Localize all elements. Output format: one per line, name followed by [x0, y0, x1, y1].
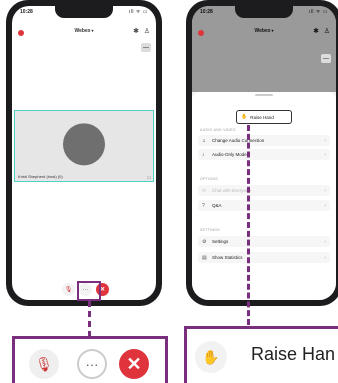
menu-item-label: Settings	[212, 239, 229, 244]
sheet-grab-handle[interactable]	[255, 94, 273, 96]
meeting-header: Webex▾ ✱ ♙	[12, 24, 156, 40]
connector-left	[88, 301, 91, 337]
chevron-down-icon: ▾	[271, 28, 274, 33]
video-tile[interactable]: Kristi Shepherd (host) (0) ☐	[14, 110, 154, 182]
section-audio-video: AUDIO AND VIDEO	[200, 128, 236, 132]
audio-only-icon: ♪	[202, 151, 205, 158]
chevron-right-icon: ›	[324, 202, 326, 209]
more-icon: ···	[85, 356, 99, 372]
chat-icon: ✉	[202, 187, 207, 194]
chevron-right-icon: ›	[324, 238, 326, 245]
recording-dot-icon	[18, 30, 24, 36]
more-options-button-zoomed[interactable]: ···	[77, 349, 107, 379]
chevron-down-icon: ▾	[91, 28, 94, 33]
menu-item-label: Q&A	[212, 203, 222, 208]
menu-item-label: Audio-Only Mode	[212, 152, 247, 157]
menu-item-label: Chat with Everyone	[212, 188, 252, 193]
meeting-screen: 10:28 ıll ᯤ ▭ Webex▾ ✱ ♙ Kristi Shepherd…	[12, 6, 156, 300]
meeting-title-text: Webex	[74, 28, 91, 34]
menu-item-qa[interactable]: ? Q&A ›	[198, 200, 330, 211]
audio-connection-icon: ♫	[202, 137, 206, 144]
participant-name: Kristi Shepherd (host) (0)	[18, 174, 63, 179]
phone-right: 10:28 ıll ᯤ ▭ Webex▾ ✱ ♙ ✋ Raise Hand AU…	[186, 0, 338, 306]
bluetooth-icon[interactable]: ✱	[133, 27, 139, 35]
meeting-title: Webex▾	[254, 28, 273, 34]
mic-muted-icon: 🎙	[35, 355, 53, 372]
more-menu-screen: 10:28 ıll ᯤ ▭ Webex▾ ✱ ♙ ✋ Raise Hand AU…	[192, 6, 336, 300]
chevron-right-icon: ›	[324, 187, 326, 194]
meeting-title-text: Webex	[254, 28, 271, 34]
status-time: 10:28	[200, 9, 213, 15]
meeting-header: Webex▾ ✱ ♙	[192, 24, 336, 40]
tile-corner-icon: ☐	[147, 175, 151, 180]
mic-muted-icon: 🎙	[64, 287, 73, 293]
menu-item-chat[interactable]: ✉ Chat with Everyone ›	[198, 185, 330, 196]
menu-item-label: Show Statistics	[212, 255, 243, 260]
gear-icon: ⚙	[202, 238, 207, 245]
meeting-title[interactable]: Webex▾	[74, 28, 93, 34]
hand-icon: ✋	[241, 114, 248, 120]
raise-hand-button[interactable]: ✋ Raise Hand	[236, 110, 292, 124]
status-time: 10:28	[20, 9, 33, 15]
recording-dot-icon	[198, 30, 204, 36]
menu-item-change-audio[interactable]: ♫ Change Audio Connection ›	[198, 135, 330, 146]
participants-icon: ♙	[323, 28, 330, 35]
menu-item-statistics[interactable]: ▤ Show Statistics ›	[198, 252, 330, 263]
chevron-right-icon: ›	[324, 137, 326, 144]
connector-right	[247, 125, 250, 325]
layout-toggle-button[interactable]	[141, 43, 151, 52]
menu-item-audio-only[interactable]: ♪ Audio-Only Mode ›	[198, 149, 330, 160]
qa-icon: ?	[202, 202, 205, 209]
section-settings: SETTINGS	[200, 228, 220, 232]
participants-icon[interactable]: ♙	[144, 27, 150, 35]
close-icon: ✕	[126, 353, 142, 374]
bluetooth-icon: ✱	[313, 28, 319, 35]
phone-notch	[235, 6, 293, 18]
raise-hand-label: Raise Hand	[250, 114, 274, 120]
dimmed-background: 10:28 ıll ᯤ ▭ Webex▾ ✱ ♙	[192, 6, 336, 92]
status-signal-icon: ıll ᯤ ▭	[308, 9, 328, 15]
participant-avatar	[63, 123, 105, 166]
layout-toggle-button	[321, 54, 331, 63]
more-highlight-box	[77, 281, 101, 301]
phone-left: 10:28 ıll ᯤ ▭ Webex▾ ✱ ♙ Kristi Shepherd…	[6, 0, 162, 306]
chevron-right-icon: ›	[324, 151, 326, 158]
controls-zoom-callout: 🎙 ··· ✕	[12, 336, 168, 383]
menu-item-label: Change Audio Connection	[212, 138, 265, 143]
chevron-right-icon: ›	[324, 254, 326, 261]
menu-item-settings[interactable]: ⚙ Settings ›	[198, 236, 330, 247]
mute-button[interactable]: 🎙	[62, 283, 75, 296]
phone-notch	[55, 6, 113, 18]
status-signal-icon: ıll ᯤ ▭	[128, 9, 148, 15]
raise-hand-zoom-callout: ✋ Raise Han	[184, 326, 338, 383]
section-options: OPTIONS	[200, 177, 218, 181]
hand-icon: ✋	[195, 341, 227, 373]
end-call-button-zoomed[interactable]: ✕	[119, 349, 149, 379]
raise-hand-label-zoomed[interactable]: Raise Han	[251, 344, 335, 365]
statistics-icon: ▤	[202, 254, 207, 261]
mute-button-zoomed[interactable]: 🎙	[29, 349, 59, 379]
